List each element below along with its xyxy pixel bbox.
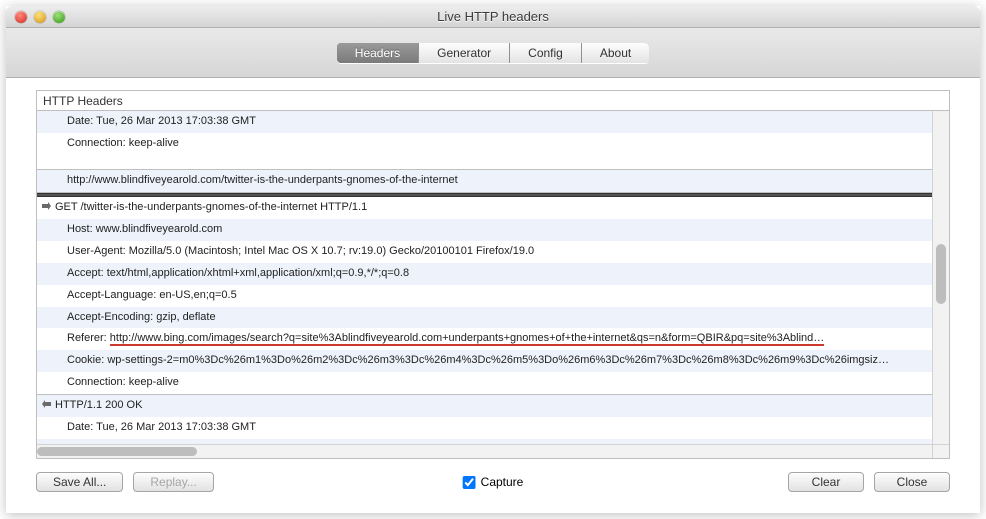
section-title: HTTP Headers <box>37 91 949 111</box>
scrollbar-corner <box>932 444 949 458</box>
response-status-line[interactable]: HTTP/1.1 200 OK <box>37 395 932 417</box>
tab-generator[interactable]: Generator <box>419 43 510 63</box>
toolbar: Headers Generator Config About <box>6 28 980 78</box>
headers-list[interactable]: Date: Tue, 26 Mar 2013 17:03:38 GMT Conn… <box>37 111 932 444</box>
tab-about[interactable]: About <box>582 43 649 63</box>
tab-config[interactable]: Config <box>510 43 582 63</box>
headers-panel: HTTP Headers Date: Tue, 26 Mar 2013 17:0… <box>36 90 950 459</box>
close-window-icon[interactable] <box>15 11 27 23</box>
capture-label: Capture <box>481 475 524 489</box>
vertical-scrollbar[interactable] <box>932 111 949 444</box>
arrow-left-icon <box>41 399 52 410</box>
request-line-text: GET /twitter-is-the-underpants-gnomes-of… <box>55 201 367 213</box>
header-line[interactable]: Cookie: wp-settings-2=m0%3Dc%26m1%3Do%26… <box>37 350 932 372</box>
capture-checkbox-wrap[interactable]: Capture <box>463 475 524 489</box>
header-line[interactable]: Accept-Language: en-US,en;q=0.5 <box>37 285 932 307</box>
horizontal-scroll-thumb[interactable] <box>37 447 197 456</box>
request-line[interactable]: GET /twitter-is-the-underpants-gnomes-of… <box>37 197 932 219</box>
referer-url: http://www.bing.com/images/search?q=site… <box>110 332 825 346</box>
tab-bar: Headers Generator Config About <box>337 43 649 63</box>
replay-button[interactable]: Replay... <box>133 472 213 492</box>
header-line[interactable]: User-Agent: Mozilla/5.0 (Macintosh; Inte… <box>37 241 932 263</box>
window-titlebar: Live HTTP headers <box>6 6 980 28</box>
request-url-row[interactable]: http://www.blindfiveyearold.com/twitter-… <box>37 169 932 193</box>
header-line[interactable]: Connection: keep-alive <box>37 372 932 394</box>
traffic-lights <box>6 11 65 23</box>
footer-bar: Save All... Replay... Capture Clear Clos… <box>36 469 950 495</box>
header-line-referer[interactable]: Referer: http://www.bing.com/images/sear… <box>37 328 932 350</box>
tab-headers[interactable]: Headers <box>337 43 419 63</box>
save-all-button[interactable]: Save All... <box>36 472 123 492</box>
minimize-window-icon[interactable] <box>34 11 46 23</box>
capture-checkbox[interactable] <box>463 476 476 489</box>
headers-scroll-area: Date: Tue, 26 Mar 2013 17:03:38 GMT Conn… <box>37 111 949 458</box>
header-line[interactable]: Accept: text/html,application/xhtml+xml,… <box>37 263 932 285</box>
referer-label: Referer: <box>67 332 110 344</box>
header-line[interactable]: Date: Tue, 26 Mar 2013 17:03:38 GMT <box>37 111 932 133</box>
header-line[interactable]: Connection: keep-alive <box>37 133 932 155</box>
clear-button[interactable]: Clear <box>788 472 864 492</box>
close-button[interactable]: Close <box>874 472 950 492</box>
zoom-window-icon[interactable] <box>53 11 65 23</box>
spacer <box>37 155 932 169</box>
vertical-scroll-thumb[interactable] <box>936 244 946 304</box>
window-title: Live HTTP headers <box>6 9 980 24</box>
horizontal-scrollbar[interactable] <box>37 444 932 458</box>
header-line[interactable]: Host: www.blindfiveyearold.com <box>37 219 932 241</box>
arrow-right-icon <box>41 201 52 212</box>
header-line[interactable]: Date: Tue, 26 Mar 2013 17:03:38 GMT <box>37 417 932 439</box>
header-line[interactable]: Accept-Encoding: gzip, deflate <box>37 307 932 329</box>
response-status-text: HTTP/1.1 200 OK <box>55 399 142 411</box>
